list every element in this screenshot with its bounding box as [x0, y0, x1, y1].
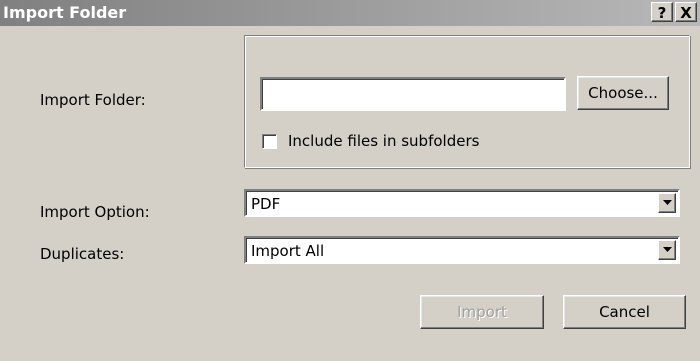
- duplicates-label: Duplicates:: [40, 245, 125, 263]
- cancel-button[interactable]: Cancel: [563, 295, 686, 329]
- window-title: Import Folder: [3, 3, 127, 22]
- close-button[interactable]: X: [675, 2, 697, 22]
- duplicates-dropdown-button[interactable]: [658, 240, 676, 260]
- import-option-value: PDF: [251, 195, 281, 213]
- import-option-label: Import Option:: [40, 203, 150, 221]
- import-folder-group: Choose... Include files in subfolders: [244, 35, 690, 168]
- duplicates-value: Import All: [251, 242, 325, 260]
- help-button[interactable]: ?: [651, 2, 673, 22]
- import-folder-label: Import Folder:: [40, 91, 146, 109]
- chevron-down-icon: [663, 200, 672, 205]
- choose-button[interactable]: Choose...: [577, 76, 669, 110]
- include-subfolders-checkbox[interactable]: [262, 134, 277, 149]
- title-bar: Import Folder ? X: [0, 0, 700, 26]
- duplicates-dropdown[interactable]: Import All: [244, 236, 680, 264]
- import-button[interactable]: Import: [420, 295, 544, 329]
- folder-path-input[interactable]: [260, 77, 566, 111]
- include-subfolders-label[interactable]: Include files in subfolders: [288, 132, 479, 150]
- chevron-down-icon: [663, 247, 672, 252]
- import-option-dropdown-button[interactable]: [658, 193, 676, 213]
- import-option-dropdown[interactable]: PDF: [244, 189, 680, 217]
